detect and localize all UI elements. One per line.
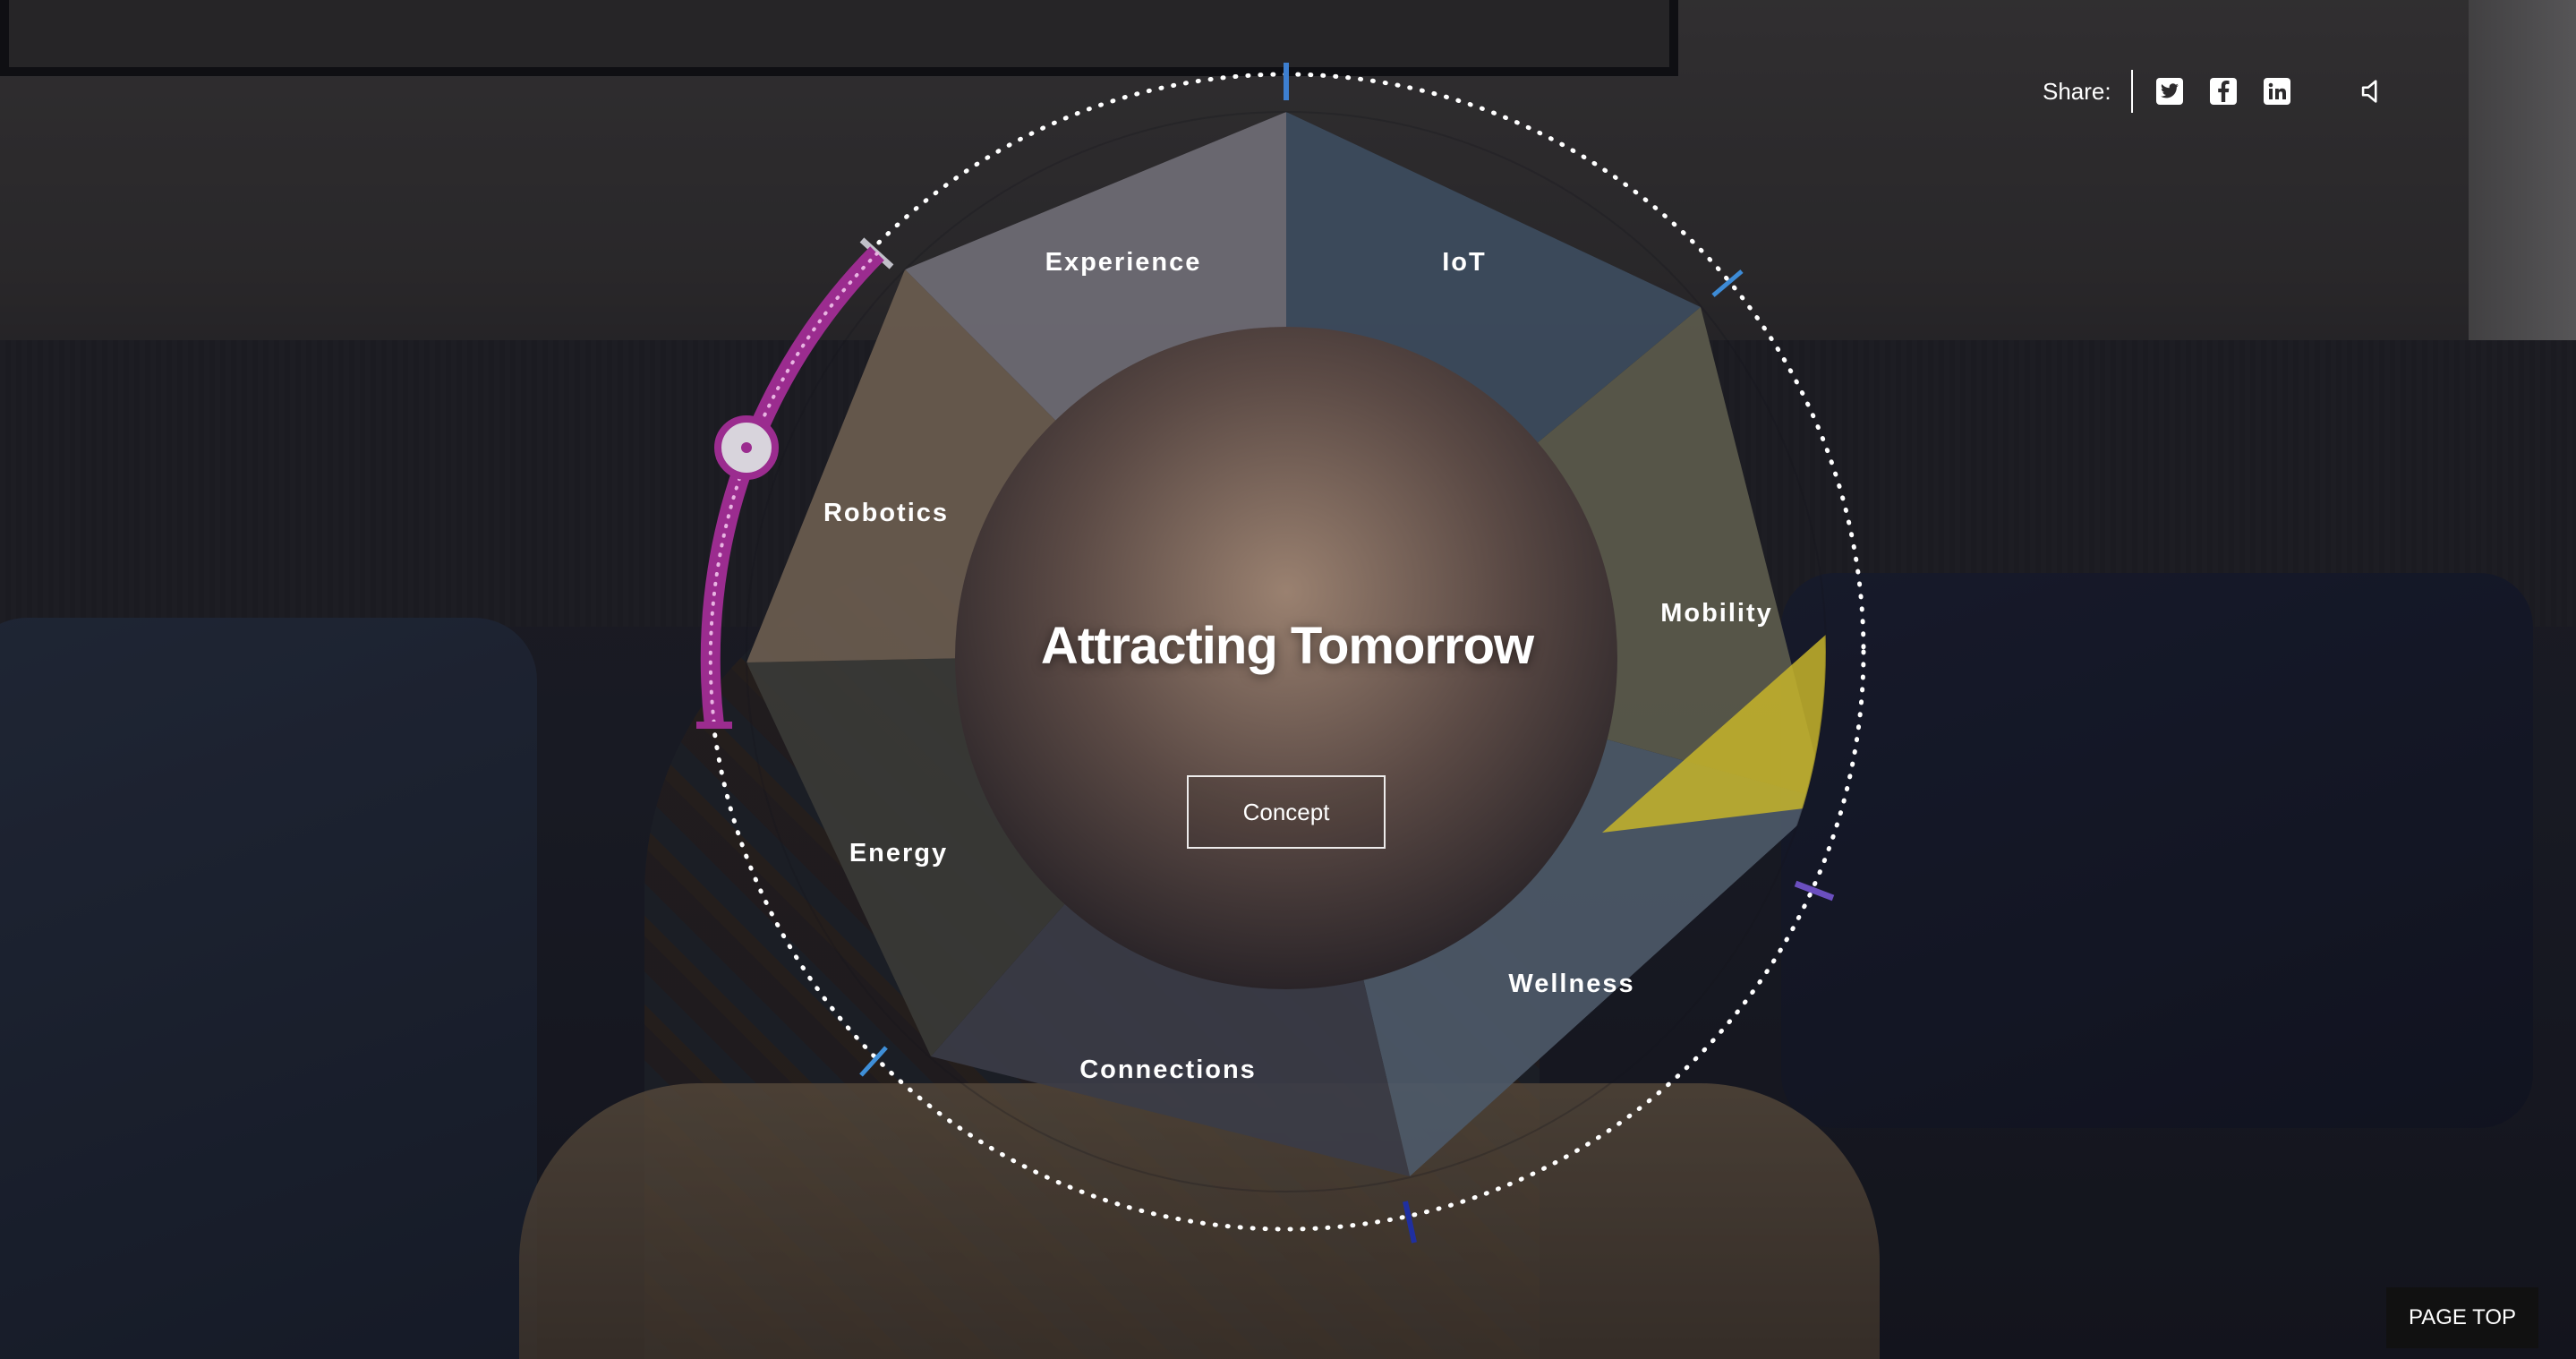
facebook-icon[interactable] <box>2209 78 2237 105</box>
share-divider <box>2130 70 2133 113</box>
ring-tick-upper-right <box>1711 269 1744 297</box>
share-label: Share: <box>2043 77 2111 105</box>
segment-label-iot[interactable]: IoT <box>1442 248 1487 277</box>
concept-button[interactable]: Concept <box>1187 775 1386 849</box>
twitter-icon[interactable] <box>2155 78 2183 105</box>
ring-tick-lower-left <box>859 1046 888 1077</box>
segment-label-connections[interactable]: Connections <box>1079 1056 1257 1084</box>
segment-label-robotics[interactable]: Robotics <box>823 499 949 527</box>
linkedin-icon[interactable] <box>2263 78 2290 105</box>
segment-label-energy[interactable]: Energy <box>849 839 948 868</box>
page-title: Attracting Tomorrow <box>1040 617 1534 675</box>
page-top-button[interactable]: PAGE TOP <box>2386 1287 2538 1348</box>
segment-label-wellness[interactable]: Wellness <box>1508 970 1634 998</box>
segment-label-experience[interactable]: Experience <box>1045 248 1202 277</box>
navigation-wheel: Experience IoT Mobility Wellness Connect… <box>696 63 1866 1244</box>
share-bar: Share: <box>2043 70 2387 113</box>
speaker-icon[interactable] <box>2357 76 2387 107</box>
drag-handle-dot <box>741 442 752 453</box>
ring-tick-bottom <box>1403 1201 1417 1244</box>
segment-label-mobility[interactable]: Mobility <box>1660 599 1773 628</box>
